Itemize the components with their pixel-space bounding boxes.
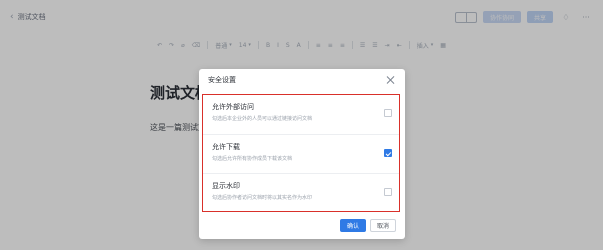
cancel-button[interactable]: 取消 xyxy=(370,219,396,232)
option-allow-download: 允许下载 勾选后允许所有协作成员下载该文档 xyxy=(203,134,399,172)
option-label: 显示水印 xyxy=(212,182,240,190)
option-description: 勾选后允许所有协作成员下载该文档 xyxy=(212,156,293,162)
show-watermark-checkbox[interactable] xyxy=(384,188,392,196)
dialog-footer: 确认 取消 xyxy=(340,219,396,232)
option-show-watermark: 显示水印 勾选后协作者访问文档时将以其实名作为水印 xyxy=(203,173,399,211)
dialog-title: 安全设置 xyxy=(208,76,236,84)
option-description: 勾选后协作者访问文档时将以其实名作为水印 xyxy=(212,195,313,201)
allow-download-checkbox[interactable] xyxy=(384,149,392,157)
option-label: 允许外部访问 xyxy=(212,103,254,111)
security-settings-dialog: 安全设置 允许外部访问 勾选后本企业外的人员可以通过链接访问文档 允许下载 勾选… xyxy=(199,69,405,239)
option-external-access: 允许外部访问 勾选后本企业外的人员可以通过链接访问文档 xyxy=(203,95,399,133)
close-icon[interactable] xyxy=(386,75,396,85)
external-access-checkbox[interactable] xyxy=(384,109,392,117)
option-label: 允许下载 xyxy=(212,143,240,151)
dialog-header: 安全设置 xyxy=(199,69,405,91)
option-description: 勾选后本企业外的人员可以通过链接访问文档 xyxy=(212,116,313,122)
options-group: 允许外部访问 勾选后本企业外的人员可以通过链接访问文档 允许下载 勾选后允许所有… xyxy=(202,94,400,212)
confirm-button[interactable]: 确认 xyxy=(340,219,366,232)
